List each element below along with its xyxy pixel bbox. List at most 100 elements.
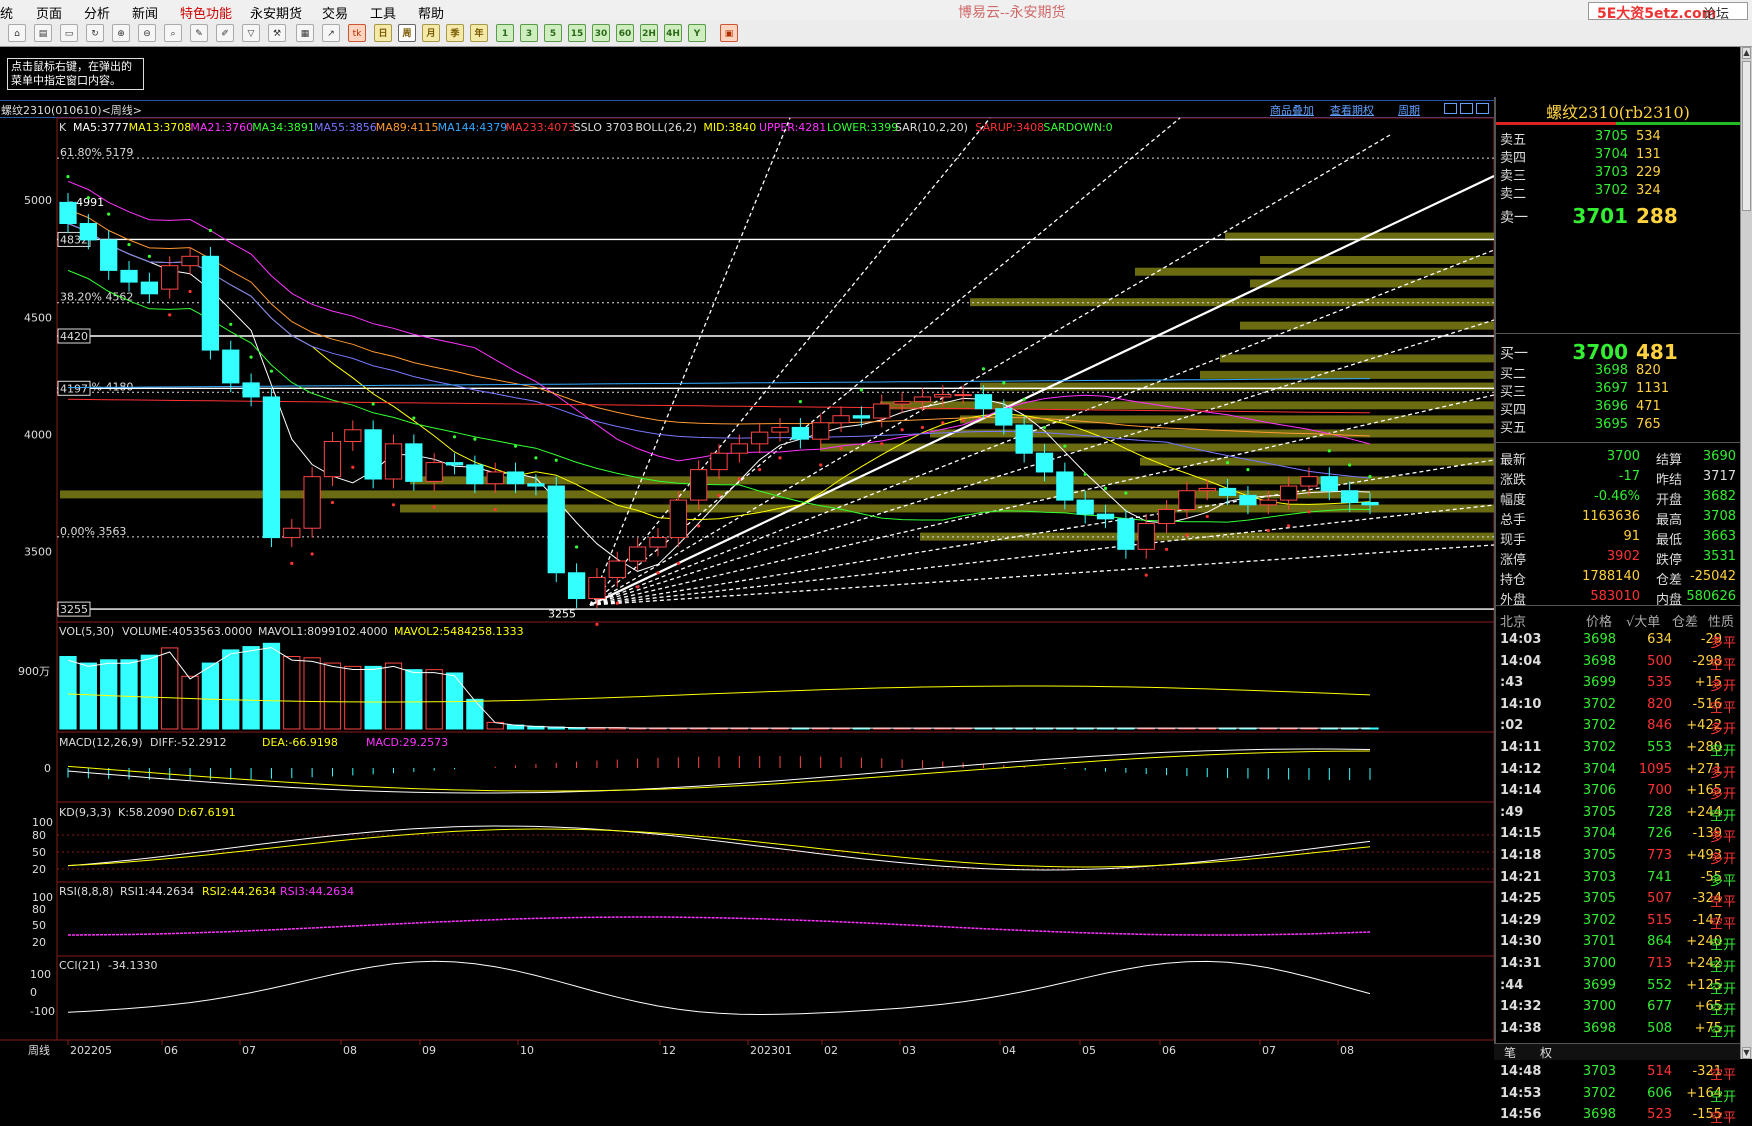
tick-price: 3700 bbox=[1582, 999, 1616, 1015]
tick-vol: 773 bbox=[1647, 848, 1672, 863]
tick-nature: 多平 bbox=[1710, 636, 1737, 651]
tick-row: 14:29 3702 515 -147 空平 bbox=[1496, 911, 1740, 932]
scroll-thumb[interactable] bbox=[1742, 61, 1751, 211]
scroll-down-icon[interactable]: ▼ bbox=[1742, 1047, 1751, 1059]
tick-time: 14:56 bbox=[1500, 1107, 1542, 1123]
candle bbox=[567, 572, 586, 600]
volume-profile-bar bbox=[930, 429, 1494, 438]
volume-bar bbox=[364, 665, 382, 730]
level-label: 4197 bbox=[60, 382, 88, 395]
sar-dot bbox=[859, 388, 864, 392]
tick-time: :02 bbox=[1500, 718, 1524, 734]
sar-dot bbox=[656, 571, 660, 575]
candle bbox=[303, 476, 321, 529]
bid-label: 买一 bbox=[1500, 346, 1528, 362]
sar-dot bbox=[1124, 491, 1128, 495]
stat-label: 涨跌 bbox=[1500, 473, 1527, 488]
sar-dot bbox=[432, 505, 436, 509]
bid-price: 3696 bbox=[1594, 399, 1628, 414]
stat-value: -25042 bbox=[1689, 569, 1736, 584]
tick-header-vol: √大单 bbox=[1626, 615, 1661, 630]
kd-axis-label: 100 bbox=[32, 816, 53, 829]
sar-dot bbox=[473, 437, 477, 441]
bid-label: 买五 bbox=[1500, 421, 1527, 436]
tick-time: 14:15 bbox=[1500, 826, 1542, 842]
tick-nature: 多开 bbox=[1710, 787, 1737, 803]
sar-dot bbox=[86, 196, 90, 200]
quote-tabs: 笔 权 bbox=[1494, 1043, 1740, 1060]
tab-trades[interactable]: 笔 bbox=[1504, 1044, 1516, 1061]
tick-vol: 535 bbox=[1647, 675, 1672, 691]
indicator-titles: K MA5:3777 MA13:3708 MA21:3760 MA34:3891 MA55… bbox=[59, 121, 1113, 134]
tick-time: 14:30 bbox=[1500, 934, 1542, 950]
scroll-up-icon[interactable]: ▲ bbox=[1742, 47, 1751, 59]
candle bbox=[730, 443, 748, 454]
candle bbox=[1320, 476, 1338, 492]
gann-fan-line bbox=[589, 394, 1494, 606]
ask-price: 3703 bbox=[1594, 165, 1628, 180]
sar-dot bbox=[798, 400, 802, 404]
tick-row: :02 3702 846 +422 多开 bbox=[1496, 716, 1740, 737]
bid-vol: 820 bbox=[1636, 363, 1661, 378]
sar-dot bbox=[229, 322, 233, 326]
volume-bar bbox=[120, 659, 138, 730]
stat-value: 580626 bbox=[1686, 589, 1736, 604]
candle bbox=[913, 396, 932, 403]
tick-vol: 677 bbox=[1647, 999, 1672, 1015]
sar-dot bbox=[188, 289, 192, 294]
candle bbox=[79, 222, 97, 241]
tick-row: 14:18 3705 773 +493 多开 bbox=[1496, 846, 1740, 867]
bid-row: 买一 3700 481 bbox=[1496, 340, 1740, 364]
stat-value: 91 bbox=[1623, 529, 1640, 544]
level-label: 4420 bbox=[60, 330, 88, 343]
tick-price: 3705 bbox=[1582, 891, 1616, 907]
stat-value: 3708 bbox=[1702, 509, 1736, 524]
candle bbox=[791, 426, 810, 440]
bid-row: 买四 3696 471 bbox=[1496, 397, 1740, 418]
tick-nature: 空开 bbox=[1710, 960, 1737, 975]
indicator-value: BOLL(26,2) bbox=[635, 121, 696, 134]
sar-dot bbox=[697, 524, 701, 528]
candle bbox=[1178, 490, 1196, 510]
price-axis-label: 4000 bbox=[24, 428, 52, 441]
tick-header-time: 北京 bbox=[1500, 615, 1527, 630]
candle bbox=[120, 269, 138, 283]
tick-time: 14:11 bbox=[1500, 740, 1542, 755]
tick-price: 3698 bbox=[1582, 653, 1616, 669]
candle bbox=[1259, 499, 1277, 506]
tick-time: 14:12 bbox=[1500, 761, 1542, 777]
sar-dot bbox=[269, 369, 274, 373]
low-label: 3255 bbox=[548, 607, 576, 620]
ad-box[interactable]: 5E大资5etz.com 论坛 bbox=[1588, 2, 1748, 22]
sar-dot bbox=[330, 500, 335, 505]
candle bbox=[974, 394, 993, 410]
sar-dot bbox=[391, 503, 396, 507]
tab-rights[interactable]: 权 bbox=[1540, 1044, 1552, 1061]
volume-bar bbox=[222, 649, 240, 730]
scrollbar[interactable]: ▲ ▼ bbox=[1740, 47, 1752, 1059]
tick-nature: 空开 bbox=[1710, 981, 1737, 997]
vol-value: VOLUME:4053563.0000 bbox=[122, 625, 252, 638]
chart-area[interactable]: K MA5:3777 MA13:3708 MA21:3760 MA34:3891 MA55… bbox=[0, 0, 1494, 1059]
quote-bar-red bbox=[1496, 122, 1616, 125]
stat-value: -0.46% bbox=[1594, 489, 1640, 504]
stat-label: 最新 bbox=[1500, 453, 1527, 468]
volume-bar bbox=[323, 662, 342, 730]
tick-price: 3698 bbox=[1582, 632, 1616, 647]
stat-row: 幅度 -0.46% 开盘 3682 bbox=[1496, 487, 1740, 508]
price-axis-label: 3500 bbox=[24, 546, 52, 559]
tick-row: 14:21 3703 741 -55 多平 bbox=[1496, 868, 1740, 889]
tick-vol: 713 bbox=[1647, 956, 1672, 971]
tick-vol: 508 bbox=[1647, 1020, 1672, 1036]
bid-price: 3698 bbox=[1594, 363, 1628, 378]
candle bbox=[547, 485, 565, 574]
candle bbox=[1300, 476, 1318, 487]
candle bbox=[222, 349, 240, 384]
indicator-value: UPPER:4281 bbox=[759, 121, 826, 134]
stat-value: 3700 bbox=[1606, 449, 1640, 464]
k-line bbox=[67, 825, 1371, 871]
candle bbox=[832, 415, 850, 424]
candle bbox=[954, 394, 972, 397]
candle bbox=[1096, 513, 1115, 520]
tick-vol: 700 bbox=[1647, 783, 1672, 799]
